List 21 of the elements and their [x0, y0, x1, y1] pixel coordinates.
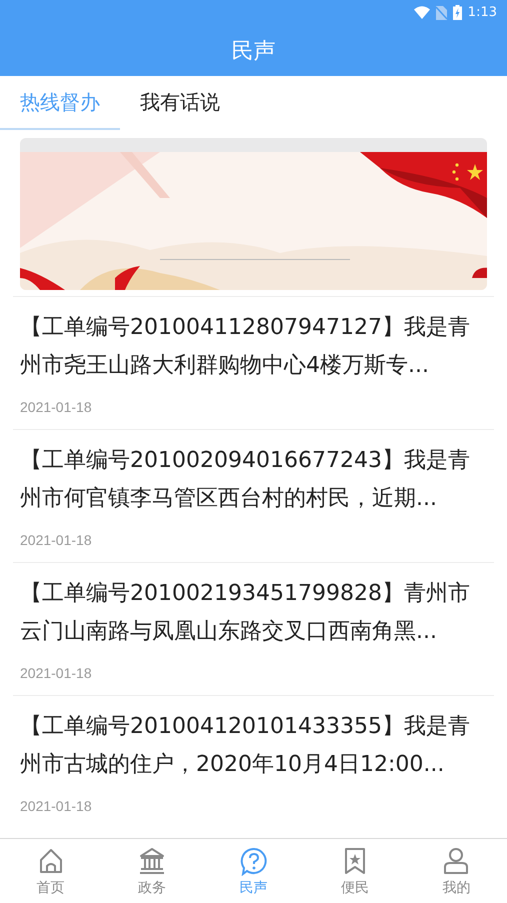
nav-tab[interactable]: 我的: [406, 839, 507, 903]
ticket-summary[interactable]: 【工单编号201004120101433355】我是青州市古城的住户，2020年10月4日12:00...: [20, 708, 480, 784]
status-time: 1:13: [468, 5, 497, 20]
nav-tab[interactable]: 首页: [0, 839, 102, 903]
wifi-icon: [414, 6, 430, 19]
nav-tab[interactable]: 便民: [304, 839, 406, 903]
ticket-date: 2021-01-18: [20, 399, 92, 415]
question-icon: [238, 846, 269, 876]
ticket-date: 2021-01-18: [20, 798, 92, 814]
page-title: 民声: [232, 38, 276, 66]
nav-tab[interactable]: 政务: [101, 839, 203, 903]
ticket-date: 2021-01-18: [20, 665, 92, 681]
ticket-summary[interactable]: 【工单编号201002193451799828】青州市云门山南路与凤凰山东路交叉口西南角黑...: [20, 575, 480, 651]
ticket-date: 2021-01-18: [20, 532, 92, 548]
tab[interactable]: 我有话说: [120, 76, 240, 130]
battery-icon: [452, 5, 462, 20]
no-sim-icon: [436, 6, 447, 20]
nav-tab[interactable]: 民声: [202, 839, 304, 903]
ticket-summary[interactable]: 【工单编号201004112807947127】我是青州市尧王山路大利群购物中心4楼万斯专...: [20, 309, 480, 385]
tab[interactable]: 热线督办: [0, 76, 120, 130]
ticket-summary[interactable]: 【工单编号201002094016677243】我是青州市何官镇李马管区西台村的村民，近期...: [20, 442, 480, 518]
